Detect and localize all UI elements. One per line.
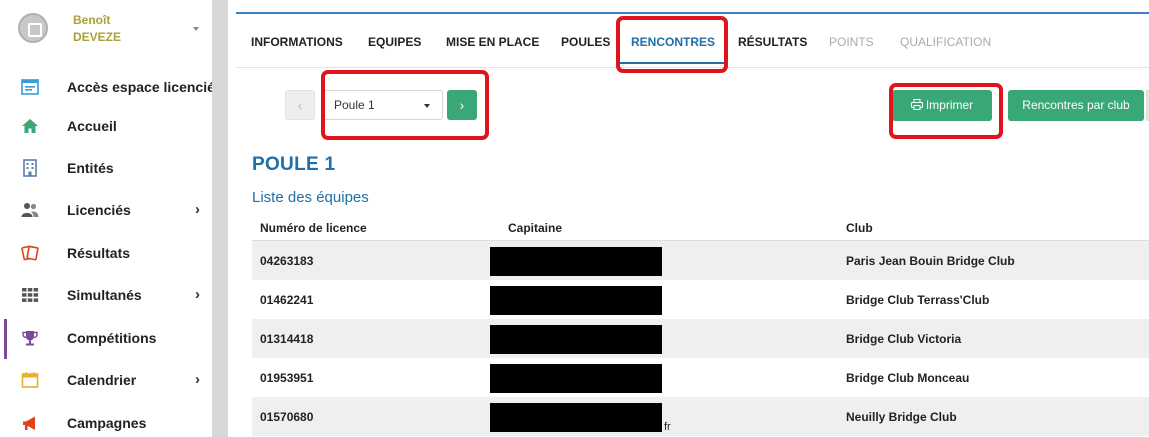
redacted-captain [490, 247, 662, 276]
sidebar-item-accueil[interactable]: Accueil [0, 107, 212, 147]
column-header-licence[interactable]: Numéro de licence [260, 221, 367, 235]
tab-poules[interactable]: POULES [561, 35, 610, 49]
page-title: POULE 1 [252, 154, 336, 175]
redacted-captain [490, 286, 662, 315]
sidebar-item-competitions[interactable]: Compétitions [0, 319, 212, 359]
tab-points[interactable]: POINTS [829, 35, 874, 49]
sidebar-item-acces-espace[interactable]: Accès espace licencié [0, 68, 215, 108]
sidebar-item-label: Accès espace licencié [67, 79, 215, 95]
sidebar-item-label: Résultats [67, 245, 131, 261]
sidebar-item-licencies[interactable]: Licenciés › [0, 191, 212, 231]
captain-text-fragment: fr [664, 421, 671, 433]
licence-number: 04263183 [260, 254, 314, 268]
club-name: Paris Jean Bouin Bridge Club [846, 254, 1015, 268]
tab-qualification[interactable]: QUALIFICATION [900, 35, 991, 49]
sidebar-item-label: Licenciés [67, 202, 131, 218]
building-icon [21, 159, 39, 177]
sidebar-item-label: Entités [67, 160, 114, 176]
sidebar-item-label: Compétitions [67, 330, 157, 346]
cards-icon [21, 244, 39, 262]
sidebar-item-entites[interactable]: Entités [0, 149, 212, 189]
club-name: Neuilly Bridge Club [846, 410, 957, 424]
highlight-poule-navigation [321, 70, 489, 140]
sidebar-item-campagnes[interactable]: Campagnes [0, 404, 212, 437]
tab-resultats[interactable]: RÉSULTATS [738, 35, 807, 49]
trophy-icon [21, 329, 39, 347]
club-name: Bridge Club Terrass'Club [846, 293, 990, 307]
licence-number: 01314418 [260, 332, 314, 346]
redacted-captain [490, 403, 662, 432]
users-icon [21, 201, 39, 219]
chevron-right-icon: › [195, 371, 200, 388]
sidebar-item-calendrier[interactable]: Calendrier › [0, 361, 212, 401]
highlight-print-button [889, 83, 1003, 139]
user-last-name: DEVEZE [73, 30, 122, 44]
user-menu[interactable]: Benoît DEVEZE [0, 0, 212, 56]
rencontres-par-club-button[interactable]: Rencontres par club [1008, 90, 1144, 121]
chevron-left-icon: ‹ [297, 97, 303, 113]
licence-number: 01953951 [260, 371, 314, 385]
tab-mise-en-place[interactable]: MISE EN PLACE [446, 35, 539, 49]
column-header-captain[interactable]: Capitaine [508, 221, 562, 235]
redacted-captain [490, 325, 662, 354]
sidebar-item-label: Accueil [67, 118, 117, 134]
tab-equipes[interactable]: EQUIPES [368, 35, 421, 49]
id-card-icon [18, 13, 48, 43]
table-row: 01570680 fr Neuilly Bridge Club [252, 397, 1149, 436]
sidebar-item-label: Calendrier [67, 372, 137, 388]
licence-number: 01570680 [260, 410, 314, 424]
tab-informations[interactable]: INFORMATIONS [251, 35, 343, 49]
chevron-right-icon: › [195, 286, 200, 303]
club-name: Bridge Club Monceau [846, 371, 970, 385]
grid-icon [21, 286, 39, 304]
sidebar-item-resultats[interactable]: Résultats [0, 234, 212, 274]
table-row: 01462241 Bridge Club Terrass'Club [252, 280, 1149, 319]
club-name: Bridge Club Victoria [846, 332, 962, 346]
active-indicator [4, 319, 7, 359]
highlight-rencontres-tab [616, 16, 728, 73]
sidebar-item-simultanes[interactable]: Simultanés › [0, 276, 212, 316]
redacted-captain [490, 364, 662, 393]
table-row: 04263183 Paris Jean Bouin Bridge Club [252, 241, 1149, 280]
sidebar-item-label: Simultanés [67, 287, 142, 303]
megaphone-icon [21, 414, 39, 432]
column-header-club[interactable]: Club [846, 221, 873, 235]
sidebar-item-label: Campagnes [67, 415, 147, 431]
user-first-name: Benoît [73, 13, 111, 27]
table-row: 01314418 Bridge Club Victoria [252, 319, 1149, 358]
teams-table: Numéro de licence Capitaine Club 0426318… [252, 215, 1149, 436]
calendar-icon [21, 371, 39, 389]
caret-down-icon[interactable] [193, 27, 199, 31]
section-subtitle: Liste des équipes [252, 189, 369, 206]
licence-number: 01462241 [260, 293, 314, 307]
table-header: Numéro de licence Capitaine Club [252, 215, 1149, 241]
sidebar-scrollbar[interactable] [212, 0, 228, 437]
table-row: 01953951 Bridge Club Monceau [252, 358, 1149, 397]
home-icon [21, 117, 39, 135]
chevron-right-icon: › [195, 201, 200, 218]
previous-poule-button[interactable]: ‹ [285, 90, 315, 120]
id-card-icon [21, 78, 39, 96]
main-content: INFORMATIONS EQUIPES MISE EN PLACE POULE… [236, 0, 1149, 437]
sidebar: Benoît DEVEZE Accès espace licencié Accu… [0, 0, 215, 437]
